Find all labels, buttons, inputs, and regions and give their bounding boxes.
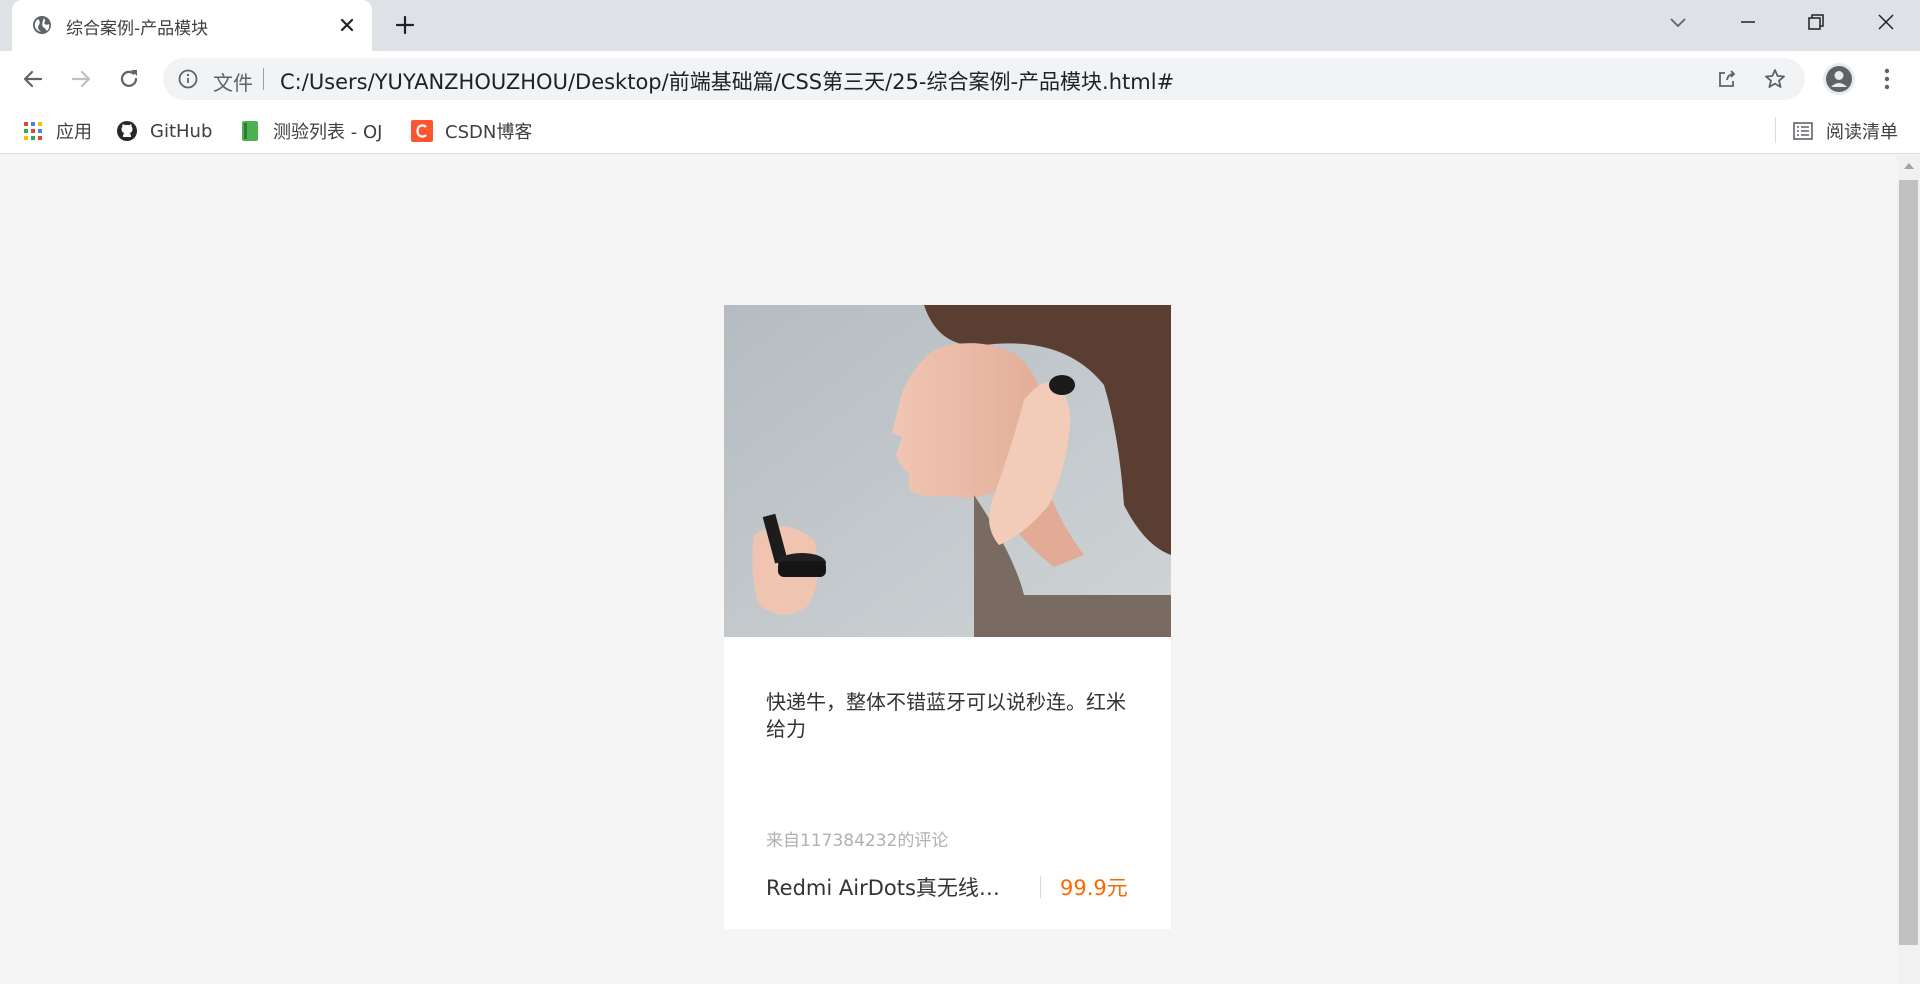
close-icon[interactable] <box>336 14 358 36</box>
apps-grid-icon <box>24 122 42 140</box>
share-icon[interactable] <box>1715 67 1739 91</box>
reading-list-button[interactable]: 阅读清单 <box>1792 116 1898 146</box>
product-image <box>724 305 1171 637</box>
globe-icon <box>33 16 51 34</box>
product-info-divider <box>1040 876 1041 898</box>
new-tab-plus-icon[interactable] <box>393 13 417 37</box>
profile-avatar[interactable] <box>1823 63 1855 95</box>
back-arrow-icon[interactable] <box>19 65 47 93</box>
scrollbar-thumb[interactable] <box>1899 180 1918 945</box>
bookmark-apps[interactable]: 应用 <box>22 116 92 146</box>
product-name[interactable]: Redmi AirDots真无线蓝... <box>766 872 1016 902</box>
tab-title: 综合案例-产品模块 <box>66 19 209 39</box>
restore-icon[interactable] <box>1804 10 1828 34</box>
bookmark-label: 应用 <box>56 122 92 143</box>
bookmark-github[interactable]: GitHub <box>116 116 212 146</box>
reload-icon[interactable] <box>115 65 143 93</box>
woman-wearing-earbuds-photo <box>724 305 1171 637</box>
tab-strip: 综合案例-产品模块 <box>0 0 1920 51</box>
bookmark-star-icon[interactable] <box>1763 67 1787 91</box>
reviewer-label: 来自117384232的评论 <box>766 831 949 851</box>
product-price: 99.9元 <box>1060 876 1128 900</box>
bookmark-oj[interactable]: 测验列表 - OJ <box>239 116 382 146</box>
browser-tab[interactable]: 综合案例-产品模块 <box>12 0 372 51</box>
minimize-icon[interactable] <box>1736 10 1760 34</box>
more-menu-icon[interactable] <box>1875 63 1899 95</box>
csdn-logo-icon <box>411 120 433 142</box>
scroll-up-arrow-icon[interactable] <box>1904 163 1914 169</box>
bookmark-label: CSDN博客 <box>445 122 533 143</box>
bookmarks-bar: 应用 GitHub 测验列表 - OJ CSDN博客 阅读清单 <box>0 108 1920 154</box>
address-bar[interactable]: 文件 C:/Users/YUYANZHOUZHOU/Desktop/前端基础篇/… <box>163 58 1805 100</box>
reading-list-label: 阅读清单 <box>1826 122 1898 143</box>
bookmarks-divider <box>1775 117 1776 143</box>
bookmark-label: GitHub <box>150 120 213 142</box>
forward-arrow-icon[interactable] <box>67 65 95 93</box>
github-icon <box>117 121 137 141</box>
omnibox-divider <box>263 68 264 90</box>
window-close-icon[interactable] <box>1874 10 1898 34</box>
product-card[interactable]: 快递牛，整体不错蓝牙可以说秒连。红米给力 来自117384232的评论 Redm… <box>724 305 1171 929</box>
url-text[interactable]: C:/Users/YUYANZHOUZHOU/Desktop/前端基础篇/CSS… <box>280 66 1174 96</box>
bookmark-csdn[interactable]: CSDN博客 <box>411 116 532 146</box>
reading-list-icon <box>1793 122 1813 140</box>
person-icon <box>1826 66 1852 92</box>
bookmark-label: 测验列表 - OJ <box>273 122 383 143</box>
file-scheme-label: 文件 <box>213 71 253 95</box>
green-book-icon <box>242 121 258 141</box>
tab-search-chevron-icon[interactable] <box>1666 10 1690 34</box>
product-review-text: 快递牛，整体不错蓝牙可以说秒连。红米给力 <box>766 690 1126 741</box>
info-icon[interactable] <box>177 68 199 90</box>
